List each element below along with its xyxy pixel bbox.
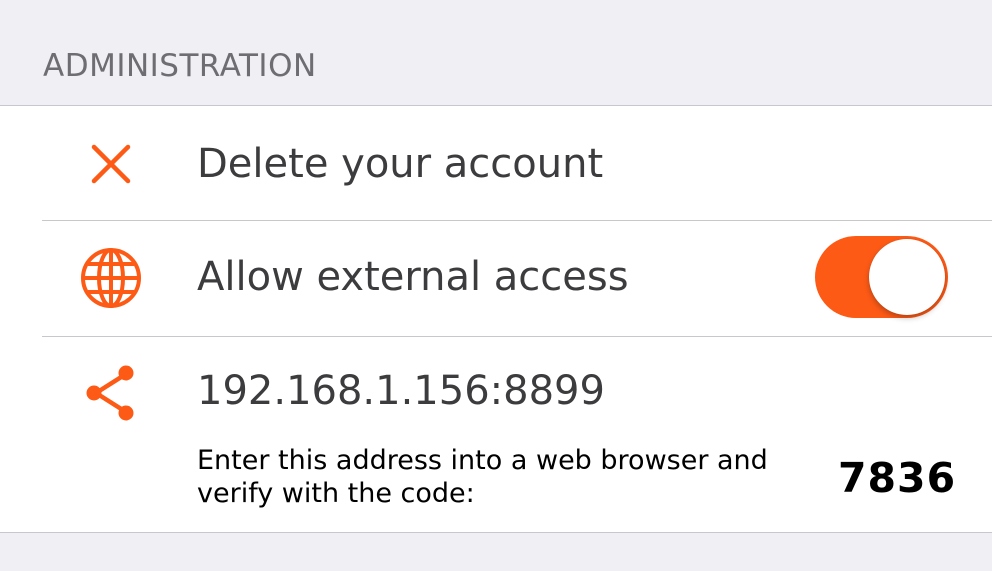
external-access-row: Allow external access bbox=[0, 220, 992, 336]
delete-account-label: Delete your account bbox=[197, 141, 604, 187]
globe-icon bbox=[78, 245, 144, 311]
external-access-toggle[interactable] bbox=[815, 236, 948, 318]
address-row: 192.168.1.156:8899 Enter this address in… bbox=[0, 336, 992, 533]
close-x-icon bbox=[78, 131, 144, 197]
address-instructions: Enter this address into a web browser an… bbox=[197, 445, 768, 509]
settings-group: Delete your account Allow external acces… bbox=[0, 105, 992, 533]
section-header: ADMINISTRATION bbox=[0, 0, 992, 105]
server-address: 192.168.1.156:8899 bbox=[197, 368, 605, 414]
section-title: ADMINISTRATION bbox=[43, 48, 317, 84]
share-icon bbox=[78, 360, 144, 426]
toggle-knob bbox=[869, 239, 945, 315]
external-access-label: Allow external access bbox=[197, 254, 629, 300]
verification-code: 7836 bbox=[838, 454, 957, 502]
delete-account-row[interactable]: Delete your account bbox=[0, 106, 992, 220]
